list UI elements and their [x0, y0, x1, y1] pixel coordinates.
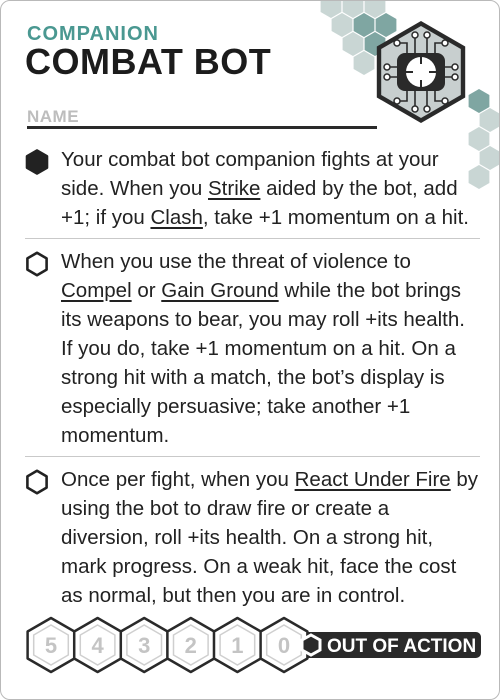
move-link-clash[interactable]: Clash — [150, 206, 202, 229]
health-hex-5[interactable]: 5 — [26, 616, 76, 674]
health-value: 4 — [91, 633, 104, 658]
health-value: 1 — [231, 633, 243, 658]
ability-2: When you use the threat of violence to C… — [25, 238, 480, 450]
circuit-reticle-hex-icon — [376, 21, 466, 123]
decorative-hex — [353, 51, 375, 75]
health-hex-0[interactable]: 0 — [259, 616, 309, 674]
decorative-hex — [479, 108, 499, 132]
health-hex-2[interactable]: 2 — [166, 616, 216, 674]
health-value: 2 — [185, 633, 197, 658]
health-value: 3 — [138, 633, 150, 658]
ability-3-text: Once per fight, when you React Under Fir… — [61, 468, 479, 607]
ability-1-text: Your combat bot companion fights at your… — [61, 148, 469, 229]
ability-list: Your combat bot companion fights at your… — [25, 145, 480, 610]
move-link-strike[interactable]: Strike — [208, 177, 260, 200]
companion-card: COMPANION COMBAT BOT NAME Your combat bo… — [0, 0, 500, 700]
ability-3: Once per fight, when you React Under Fir… — [25, 456, 480, 610]
health-track: 5 4 3 2 1 0 OUT OF ACTION — [26, 616, 481, 674]
health-value: 5 — [45, 633, 57, 658]
decorative-hex — [342, 32, 364, 56]
ability-2-text: When you use the threat of violence to C… — [61, 250, 465, 447]
ability-1: Your combat bot companion fights at your… — [25, 145, 480, 232]
ability-hex-checkbox[interactable] — [25, 469, 49, 495]
name-label: NAME — [27, 107, 80, 126]
move-link-gain-ground[interactable]: Gain Ground — [161, 279, 278, 302]
decorative-hex — [375, 13, 397, 37]
health-hex-4[interactable]: 4 — [72, 616, 123, 674]
card-title: COMBAT BOT — [25, 41, 272, 82]
health-value: 0 — [278, 633, 290, 658]
move-link-compel[interactable]: Compel — [61, 279, 132, 302]
decorative-hex — [479, 146, 499, 170]
ability-hex-checkbox-filled[interactable] — [25, 149, 49, 175]
move-link-react-under-fire[interactable]: React Under Fire — [295, 468, 451, 491]
out-of-action-label: OUT OF ACTION — [327, 636, 476, 657]
decorative-hex — [331, 13, 353, 37]
health-hex-3[interactable]: 3 — [119, 616, 169, 674]
health-hex-1[interactable]: 1 — [212, 616, 263, 674]
name-field[interactable] — [27, 126, 377, 129]
decorative-hex — [468, 89, 490, 113]
out-of-action-hex-icon — [300, 633, 322, 657]
ability-hex-checkbox[interactable] — [25, 251, 49, 277]
decorative-hex — [353, 13, 375, 37]
